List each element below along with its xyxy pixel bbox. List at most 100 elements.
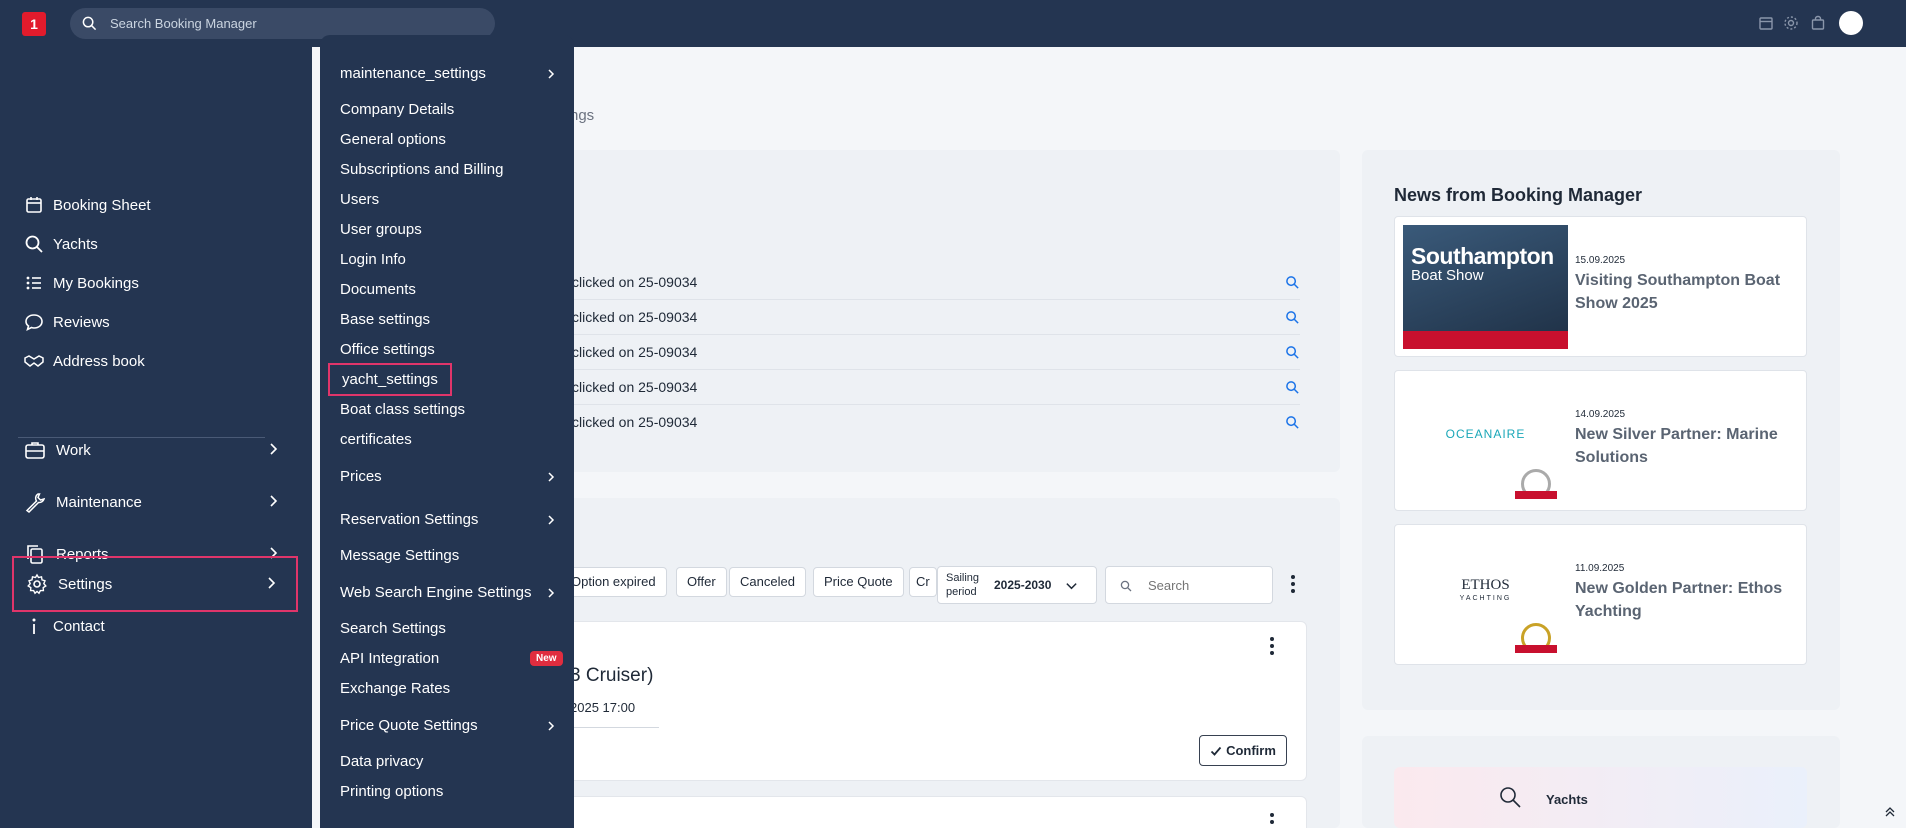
check-icon <box>1210 746 1222 756</box>
menu-item-certificates[interactable]: certificates <box>340 431 412 448</box>
menu-item-base-settings[interactable]: Base settings <box>340 311 430 328</box>
sidebar: Booking Sheet Yachts My Bookings Reviews… <box>0 47 312 828</box>
filter-chip-offer[interactable]: Offer <box>676 567 727 597</box>
calendar-icon <box>26 197 42 213</box>
news-image: OCEANAIRE <box>1403 379 1568 503</box>
sidebar-item-label: Reviews <box>53 313 110 331</box>
reservation-date: 2025 17:00 <box>570 700 636 715</box>
menu-item-printing-options[interactable]: Printing options <box>340 783 443 800</box>
list-icon <box>26 276 41 290</box>
chevron-right-icon <box>270 443 278 455</box>
sidebar-item-booking-sheet[interactable]: Booking Sheet <box>24 195 151 215</box>
activity-row[interactable]: clicked on 25-09034 <box>572 370 1300 405</box>
sailing-period-value: 2025-2030 <box>994 578 1052 592</box>
gear-icon[interactable] <box>1783 15 1799 31</box>
news-date: 11.09.2025 <box>1575 563 1625 574</box>
menu-item-prices[interactable]: Prices <box>340 468 555 485</box>
filter-chip-canceled[interactable]: Canceled <box>729 567 806 597</box>
menu-item-user-groups[interactable]: User groups <box>340 221 422 238</box>
search-icon <box>25 235 43 253</box>
news-item[interactable]: ETHOS YACHTING 11.09.2025 New Golden Par… <box>1394 524 1807 665</box>
news-title[interactable]: Visiting Southampton Boat Show 2025 <box>1575 269 1795 315</box>
calendar-icon[interactable] <box>1758 15 1774 31</box>
menu-item-users[interactable]: Users <box>340 191 379 208</box>
filter-chip-price-quote[interactable]: Price Quote <box>813 567 904 597</box>
reservation-search[interactable] <box>1105 566 1273 604</box>
wrench-icon <box>25 493 46 513</box>
reservation-item[interactable] <box>565 796 1307 828</box>
news-date: 14.09.2025 <box>1575 409 1626 420</box>
search-icon[interactable] <box>1285 345 1300 360</box>
new-badge: New <box>530 651 563 666</box>
news-date: 15.09.2025 <box>1575 255 1626 266</box>
sidebar-item-label: Address book <box>53 352 145 370</box>
sidebar-item-address-book[interactable]: Address book <box>24 351 145 371</box>
sidebar-item-label: Booking Sheet <box>53 196 151 214</box>
news-title[interactable]: New Silver Partner: Marine Solutions <box>1575 423 1795 469</box>
menu-item-documents[interactable]: Documents <box>340 281 416 298</box>
activity-row[interactable]: clicked on 25-09034 <box>572 405 1300 440</box>
menu-item-web-search-engine-settings[interactable]: Web Search Engine Settings <box>340 584 555 601</box>
sidebar-group-label: Maintenance <box>56 493 142 511</box>
sidebar-group-maintenance[interactable]: Maintenance <box>12 476 298 528</box>
chevron-up-icon[interactable] <box>1884 806 1896 818</box>
sidebar-item-label: Yachts <box>53 235 98 253</box>
reservation-item[interactable] <box>565 621 1307 781</box>
news-item[interactable]: Southampton Boat Show 15.09.2025 Visitin… <box>1394 216 1807 357</box>
menu-item-maintenance-settings[interactable]: maintenance_settings <box>340 65 555 82</box>
confirm-button[interactable]: Confirm <box>1199 735 1287 766</box>
more-options-icon[interactable] <box>1290 574 1296 594</box>
chevron-right-icon <box>548 588 555 598</box>
search-icon[interactable] <box>1285 380 1300 395</box>
briefcase-icon <box>25 442 45 459</box>
menu-item-yacht-settings[interactable]: yacht_settings <box>328 363 452 396</box>
sidebar-item-contact[interactable]: Contact <box>24 616 105 636</box>
bag-icon[interactable] <box>1810 15 1826 31</box>
chevron-right-icon <box>548 515 555 525</box>
sidebar-item-label: My Bookings <box>53 274 139 292</box>
search-icon[interactable] <box>1285 275 1300 290</box>
more-options-icon[interactable] <box>1269 812 1275 826</box>
sidebar-item-my-bookings[interactable]: My Bookings <box>24 273 139 293</box>
reservation-search-input[interactable] <box>1148 567 1268 603</box>
menu-item-message-settings[interactable]: Message Settings <box>340 547 459 564</box>
menu-item-login-info[interactable]: Login Info <box>340 251 406 268</box>
menu-item-reservation-settings[interactable]: Reservation Settings <box>340 511 555 528</box>
activity-row[interactable]: clicked on 25-09034 <box>572 335 1300 370</box>
filter-chip-option-expired[interactable]: Option expired <box>560 567 667 597</box>
menu-item-search-settings[interactable]: Search Settings <box>340 620 446 637</box>
sidebar-group-work[interactable]: Work <box>12 424 298 476</box>
search-icon[interactable] <box>1285 415 1300 430</box>
menu-item-company-details[interactable]: Company Details <box>340 101 454 118</box>
avatar[interactable] <box>1839 11 1863 35</box>
menu-item-office-settings[interactable]: Office settings <box>340 341 435 358</box>
yachts-shortcut[interactable]: Yachts <box>1394 767 1807 828</box>
sidebar-item-reviews[interactable]: Reviews <box>24 312 110 332</box>
menu-item-subscriptions[interactable]: Subscriptions and Billing <box>340 161 503 178</box>
top-bar: 1 <box>0 0 1906 47</box>
yachts-shortcut-label: Yachts <box>1546 792 1588 807</box>
news-image: Southampton Boat Show <box>1403 225 1568 349</box>
chat-icon <box>25 314 43 332</box>
filter-chip-more[interactable]: Cr <box>909 567 937 597</box>
menu-item-data-privacy[interactable]: Data privacy <box>340 753 423 770</box>
menu-item-api-integration[interactable]: API Integration New <box>340 650 563 667</box>
news-item[interactable]: OCEANAIRE 14.09.2025 New Silver Partner:… <box>1394 370 1807 511</box>
reservation-title: 3 Cruiser) <box>570 665 654 686</box>
menu-item-general-options[interactable]: General options <box>340 131 446 148</box>
sidebar-group-settings[interactable]: Settings <box>12 556 298 612</box>
activity-row[interactable]: clicked on 25-09034 <box>572 300 1300 335</box>
activity-row[interactable]: clicked on 25-09034 <box>572 265 1300 300</box>
more-options-icon[interactable] <box>1269 636 1275 656</box>
chevron-right-icon <box>548 69 555 79</box>
sidebar-item-yachts[interactable]: Yachts <box>24 234 98 254</box>
app-logo[interactable]: 1 <box>22 12 46 36</box>
search-icon[interactable] <box>1285 310 1300 325</box>
menu-item-exchange-rates[interactable]: Exchange Rates <box>340 680 450 697</box>
sailing-period-select[interactable]: Sailing period 2025-2030 <box>937 566 1097 604</box>
menu-item-boat-class-settings[interactable]: Boat class settings <box>340 401 465 418</box>
sidebar-group-label: Work <box>56 441 91 459</box>
chevron-down-icon <box>1066 583 1077 590</box>
news-title[interactable]: New Golden Partner: Ethos Yachting <box>1575 577 1795 623</box>
menu-item-price-quote-settings[interactable]: Price Quote Settings <box>340 717 555 734</box>
